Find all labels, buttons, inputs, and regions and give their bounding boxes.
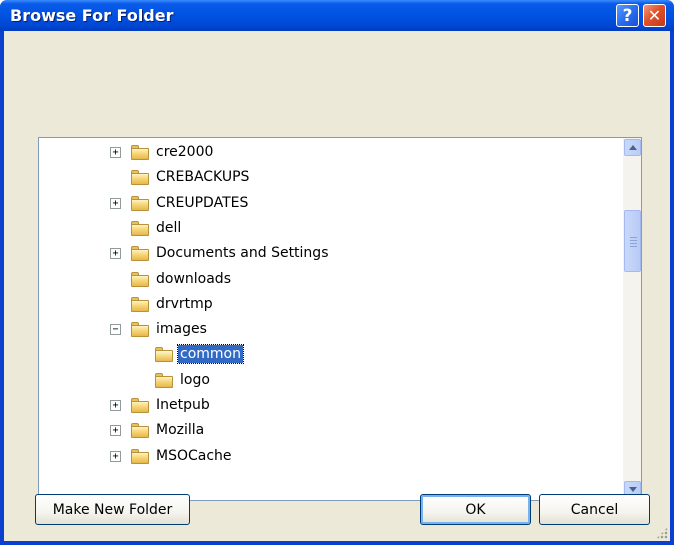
- tree-item-label[interactable]: cre2000: [154, 143, 215, 161]
- title-bar[interactable]: Browse For Folder ? ✕: [0, 0, 674, 31]
- open-folder-icon: [154, 346, 174, 363]
- tree-item[interactable]: CREBACKUPS: [39, 165, 619, 190]
- vertical-scrollbar[interactable]: [623, 138, 641, 500]
- folder-icon: [130, 245, 150, 262]
- tree-item-label[interactable]: CREUPDATES: [154, 194, 250, 212]
- folder-icon: [154, 372, 174, 388]
- tree-item[interactable]: logo: [39, 368, 619, 393]
- tree-item-label[interactable]: Inetpub: [154, 396, 212, 414]
- browse-for-folder-dialog: Browse For Folder ? ✕ + MSOCache + Mozilla +…: [0, 0, 674, 545]
- tree-item[interactable]: + MSOCache: [39, 444, 619, 469]
- tree-item-label[interactable]: images: [154, 320, 209, 338]
- folder-tree[interactable]: + MSOCache + Mozilla + Inetpub logo common − imag…: [38, 137, 642, 501]
- window-title: Browse For Folder: [10, 6, 174, 25]
- tree-item-label[interactable]: drvrtmp: [154, 295, 215, 313]
- tree-item-label[interactable]: downloads: [154, 270, 233, 288]
- expand-icon[interactable]: +: [110, 450, 121, 462]
- cancel-button[interactable]: Cancel: [539, 494, 650, 525]
- tree-item[interactable]: + Documents and Settings: [39, 241, 619, 266]
- folder-icon: [130, 448, 150, 464]
- expand-icon[interactable]: +: [110, 400, 121, 411]
- arrow-up-icon: [628, 145, 637, 150]
- grip-line: [630, 246, 637, 247]
- tree-item[interactable]: downloads: [39, 267, 619, 292]
- scroll-up-button[interactable]: [624, 139, 641, 156]
- folder-icon: [130, 195, 150, 211]
- folder-icon: [130, 397, 150, 413]
- folder-icon: [130, 271, 150, 287]
- close-icon: ✕: [647, 6, 662, 25]
- grip-line: [630, 237, 637, 238]
- tree-item[interactable]: drvrtmp: [39, 292, 619, 317]
- tree-item[interactable]: + cre2000: [39, 140, 619, 165]
- folder-icon: [130, 220, 150, 236]
- tree-item[interactable]: common: [39, 342, 619, 367]
- tree-item[interactable]: + Inetpub: [39, 393, 619, 418]
- tree-item[interactable]: − images: [39, 317, 619, 342]
- tree-item-label[interactable]: CREBACKUPS: [154, 168, 251, 186]
- collapse-icon[interactable]: −: [110, 324, 121, 336]
- expand-icon[interactable]: +: [110, 197, 121, 209]
- scroll-thumb[interactable]: [624, 210, 641, 272]
- tree-item-label[interactable]: Mozilla: [154, 421, 206, 439]
- resize-grip[interactable]: [656, 527, 668, 539]
- dialog-body: + MSOCache + Mozilla + Inetpub logo common − imag…: [4, 31, 670, 541]
- help-button[interactable]: ?: [616, 4, 639, 27]
- tree-item[interactable]: + CREUPDATES: [39, 191, 619, 216]
- expand-icon[interactable]: +: [110, 425, 121, 437]
- expand-icon[interactable]: +: [110, 147, 121, 158]
- tree-item-label[interactable]: MSOCache: [154, 447, 234, 465]
- tree-item-label[interactable]: Documents and Settings: [154, 244, 330, 262]
- grip-line: [630, 243, 637, 244]
- help-icon: ?: [622, 5, 633, 26]
- tree-item[interactable]: + Mozilla: [39, 418, 619, 443]
- folder-icon: [130, 296, 150, 312]
- tree-item-label[interactable]: logo: [178, 371, 212, 389]
- folder-icon: [130, 422, 150, 439]
- make-new-folder-button[interactable]: Make New Folder: [35, 494, 190, 525]
- tree-item-label[interactable]: common: [177, 344, 244, 365]
- ok-button[interactable]: OK: [420, 494, 531, 525]
- folder-icon: [130, 321, 150, 338]
- folder-icon: [130, 169, 150, 186]
- tree-item-label[interactable]: dell: [154, 219, 183, 237]
- folder-icon: [130, 144, 150, 160]
- arrow-down-icon: [628, 487, 637, 492]
- close-button[interactable]: ✕: [643, 4, 666, 27]
- tree-item[interactable]: dell: [39, 216, 619, 241]
- grip-line: [630, 240, 637, 241]
- expand-icon[interactable]: +: [110, 248, 121, 260]
